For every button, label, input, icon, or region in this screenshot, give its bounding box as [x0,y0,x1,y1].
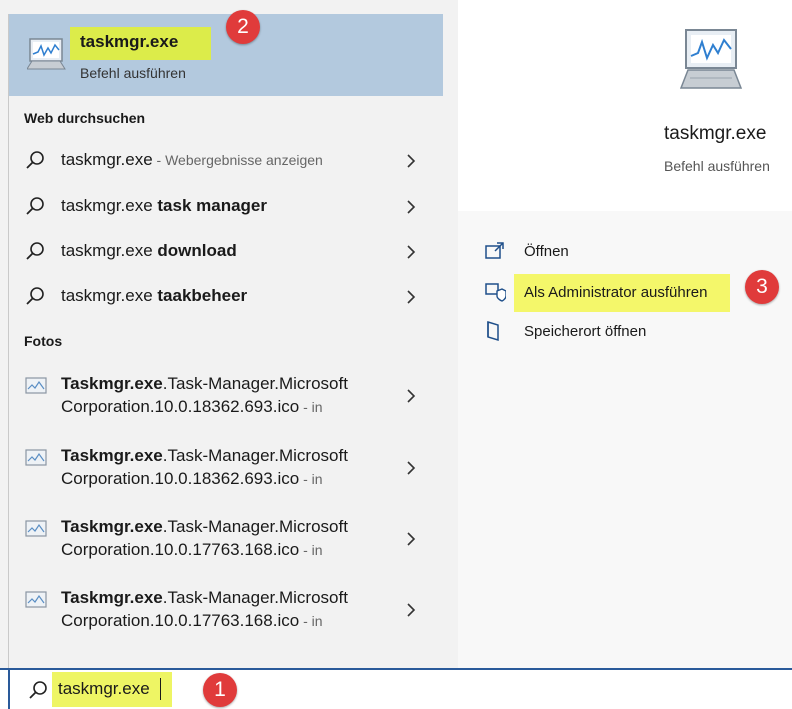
chevron-right-icon [407,461,416,475]
step-badge-2: 2 [226,10,260,44]
chevron-right-icon [407,200,416,214]
chevron-right-icon [407,245,416,259]
web-result-2[interactable]: taskmgr.exe task manager [9,192,443,222]
web-result-label: taskmgr.exe taakbeheer [61,286,248,305]
best-match-subtitle: Befehl ausführen [80,65,186,81]
search-icon [26,242,44,260]
photo-result-label: Taskmgr.exe.Task-Manager.Microsoft Corpo… [61,588,348,630]
web-result-1[interactable]: taskmgr.exe - Webergebnisse anzeigen [9,146,443,176]
photo-result-label: Taskmgr.exe.Task-Manager.Microsoft Corpo… [61,374,348,416]
detail-subtitle: Befehl ausführen [664,158,770,174]
chevron-right-icon [407,389,416,403]
image-file-icon [25,591,47,608]
chevron-right-icon [407,154,416,168]
image-file-icon [25,520,47,537]
web-result-label: taskmgr.exe download [61,241,237,260]
web-result-3[interactable]: taskmgr.exe download [9,237,443,267]
web-section-heading: Web durchsuchen [24,110,146,126]
action-open[interactable]: Öffnen [484,240,604,264]
task-manager-large-icon [680,29,742,89]
photos-section-heading: Fotos [24,333,63,349]
search-bar-border [8,670,10,709]
web-result-4[interactable]: taskmgr.exe taakbeheer [9,282,443,312]
photo-result-label: Taskmgr.exe.Task-Manager.Microsoft Corpo… [61,517,348,559]
text-caret [160,678,161,700]
action-open-file-location[interactable]: Speicherort öffnen [484,320,684,344]
chevron-right-icon [407,290,416,304]
photo-result-3[interactable]: Taskmgr.exe.Task-Manager.Microsoft Corpo… [9,515,443,565]
step-badge-3: 3 [745,270,779,304]
search-input[interactable] [58,674,168,704]
photo-result-1[interactable]: Taskmgr.exe.Task-Manager.Microsoft Corpo… [9,372,443,422]
shield-icon [485,283,506,302]
search-icon [26,197,44,215]
step-badge-1: 1 [203,673,237,707]
web-result-label: taskmgr.exe - Webergebnisse anzeigen [61,150,323,169]
results-panel-border [8,14,9,668]
chevron-right-icon [407,603,416,617]
search-bar[interactable] [0,668,792,709]
search-icon [26,287,44,305]
folder-location-icon [487,320,499,342]
search-icon [29,681,47,699]
photo-result-4[interactable]: Taskmgr.exe.Task-Manager.Microsoft Corpo… [9,586,443,636]
photo-result-label: Taskmgr.exe.Task-Manager.Microsoft Corpo… [61,446,348,488]
action-run-as-admin[interactable]: Als Administrator ausführen [484,281,734,305]
detail-title: taskmgr.exe [664,123,767,144]
photo-result-2[interactable]: Taskmgr.exe.Task-Manager.Microsoft Corpo… [9,444,443,494]
web-result-label: taskmgr.exe task manager [61,196,267,215]
task-manager-icon [27,38,66,70]
search-icon [26,151,44,169]
results-panel [0,0,458,668]
image-file-icon [25,377,47,394]
open-icon [485,242,504,259]
chevron-right-icon [407,532,416,546]
best-match-title: taskmgr.exe [80,32,179,51]
image-file-icon [25,449,47,466]
